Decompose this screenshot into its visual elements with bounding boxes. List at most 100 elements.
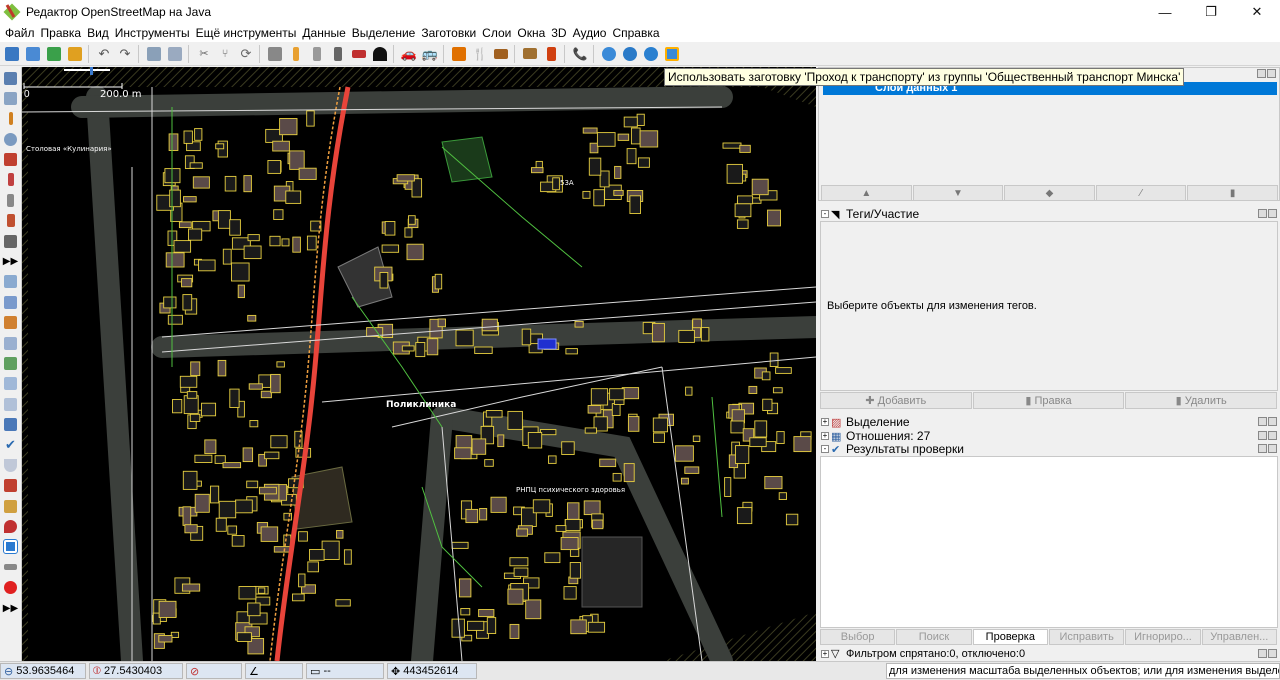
menu-view[interactable]: Вид <box>84 24 112 42</box>
building-tool-icon[interactable] <box>2 232 20 250</box>
building[interactable] <box>583 500 601 516</box>
menu-edit[interactable]: Правка <box>38 24 85 42</box>
building[interactable] <box>307 561 319 573</box>
building[interactable] <box>231 262 250 282</box>
building[interactable] <box>552 177 560 191</box>
building[interactable] <box>276 361 285 368</box>
filter-panel-header[interactable]: + ▽ Фильтром спрятано:0, отключено:0 <box>818 647 1280 661</box>
building[interactable] <box>183 196 197 203</box>
building[interactable] <box>169 189 181 208</box>
building[interactable] <box>222 462 242 469</box>
building[interactable] <box>188 228 203 241</box>
warning-icon[interactable] <box>449 44 469 64</box>
building[interactable] <box>614 165 622 179</box>
measurement-icon[interactable] <box>2 558 20 576</box>
panel-controls[interactable] <box>1257 431 1277 441</box>
expand-toggle-icon[interactable]: + <box>821 418 829 426</box>
building[interactable] <box>238 586 257 600</box>
building[interactable] <box>735 445 750 464</box>
building[interactable] <box>218 500 237 519</box>
building[interactable] <box>626 148 637 165</box>
building[interactable] <box>593 189 605 207</box>
building[interactable] <box>764 476 783 490</box>
parking-icon[interactable] <box>620 44 640 64</box>
building[interactable] <box>722 142 742 149</box>
building[interactable] <box>242 447 254 463</box>
building[interactable] <box>249 420 259 428</box>
building[interactable] <box>737 195 754 205</box>
building[interactable] <box>189 413 201 422</box>
toggle-tags-icon[interactable] <box>2 293 20 311</box>
building[interactable] <box>613 189 624 196</box>
redo-icon[interactable]: ↷ <box>115 44 135 64</box>
building[interactable] <box>217 210 231 229</box>
building[interactable] <box>158 635 173 643</box>
building[interactable] <box>258 486 277 495</box>
building[interactable] <box>194 454 213 463</box>
building[interactable] <box>237 284 245 299</box>
merge-layer-icon[interactable]: ◆ <box>1004 185 1095 201</box>
toggle-layers-icon[interactable] <box>2 273 20 291</box>
toggle-relations-icon[interactable] <box>2 314 20 332</box>
split-way-icon[interactable]: ✂ <box>194 44 214 64</box>
toggle-filters-icon[interactable] <box>2 456 20 474</box>
selection-panel-header[interactable]: + ▨ Выделение <box>818 415 1280 429</box>
building[interactable] <box>343 549 352 565</box>
phone-icon[interactable]: 📞 <box>570 44 590 64</box>
select-mode-icon[interactable] <box>2 69 20 87</box>
building[interactable] <box>776 431 785 444</box>
panel-controls[interactable] <box>1257 444 1277 454</box>
building[interactable] <box>186 391 198 399</box>
building[interactable] <box>481 318 498 332</box>
building[interactable] <box>627 416 640 432</box>
building[interactable] <box>434 273 443 290</box>
building[interactable] <box>247 314 257 322</box>
building[interactable] <box>264 451 280 460</box>
building[interactable] <box>227 525 238 535</box>
building[interactable] <box>527 432 543 449</box>
fuel-icon[interactable] <box>541 44 561 64</box>
building[interactable] <box>563 586 577 600</box>
menu-tools[interactable]: Инструменты <box>112 24 193 42</box>
building[interactable] <box>270 373 281 394</box>
building[interactable] <box>684 466 700 474</box>
building[interactable] <box>775 367 792 374</box>
building[interactable] <box>611 403 621 416</box>
move-down-icon[interactable]: ▼ <box>912 185 1004 201</box>
building[interactable] <box>637 157 650 168</box>
building-preset-icon[interactable] <box>265 44 285 64</box>
improve-way-icon[interactable] <box>2 212 20 230</box>
validation-search-button[interactable]: Поиск <box>896 629 972 645</box>
toggle-conflict-icon[interactable] <box>2 395 20 413</box>
building[interactable] <box>178 221 192 229</box>
building[interactable] <box>321 540 340 560</box>
building[interactable] <box>564 519 581 532</box>
more-panels-icon[interactable]: ▶▶ <box>2 599 20 617</box>
building[interactable] <box>270 435 288 449</box>
building[interactable] <box>289 150 305 170</box>
menu-file[interactable]: Файл <box>2 24 38 42</box>
building[interactable] <box>565 348 578 355</box>
building[interactable] <box>455 329 474 347</box>
building[interactable] <box>189 162 203 169</box>
building[interactable] <box>272 140 290 152</box>
toggle-changeset-icon[interactable] <box>2 416 20 434</box>
menu-data[interactable]: Данные <box>299 24 348 42</box>
zoom-mode-icon[interactable] <box>2 130 20 148</box>
building[interactable] <box>224 175 237 192</box>
map-view[interactable]: 0 200.0 m Столовая «Кулинария» Поликлини… <box>22 67 816 661</box>
building[interactable] <box>158 600 177 618</box>
building[interactable] <box>279 118 298 136</box>
building[interactable] <box>726 163 743 184</box>
validation-panel-header[interactable]: - ✔ Результаты проверки <box>818 442 1280 456</box>
tags-panel-header[interactable]: - ◥ Теги/Участие <box>818 207 1280 221</box>
save-icon[interactable] <box>23 44 43 64</box>
building[interactable] <box>739 144 751 153</box>
building[interactable] <box>490 496 507 513</box>
building[interactable] <box>761 371 771 381</box>
building[interactable] <box>587 405 602 414</box>
building[interactable] <box>454 447 472 460</box>
building[interactable] <box>570 619 587 635</box>
building[interactable] <box>194 493 210 513</box>
building[interactable] <box>525 599 542 620</box>
